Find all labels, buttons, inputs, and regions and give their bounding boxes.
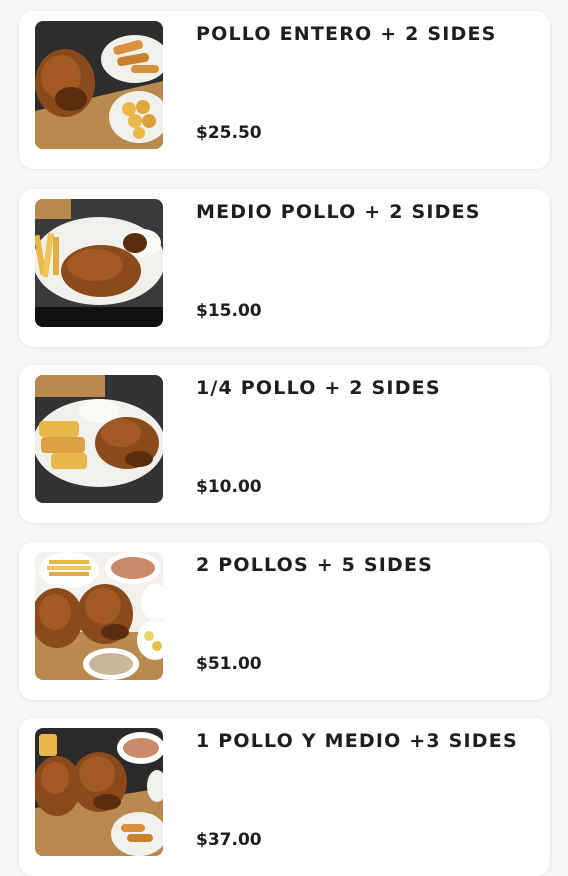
quarter-chicken-photo-icon <box>35 375 163 503</box>
menu-item-image[interactable] <box>35 21 163 149</box>
menu-item-image[interactable] <box>35 552 163 680</box>
menu-item-title: 1 POLLO Y MEDIO +3 SIDES <box>196 730 518 752</box>
two-chickens-photo-icon <box>35 552 163 680</box>
menu-item-title: POLLO ENTERO + 2 SIDES <box>196 23 497 45</box>
menu-item-price: $37.00 <box>196 830 262 850</box>
menu-item-price: $15.00 <box>196 301 262 321</box>
menu-item-card[interactable]: 1 POLLO Y MEDIO +3 SIDES $37.00 <box>19 718 550 876</box>
menu-list: POLLO ENTERO + 2 SIDES $25.50 MEDIO POLL… <box>0 0 568 876</box>
menu-item-image[interactable] <box>35 728 163 856</box>
menu-item-card[interactable]: MEDIO POLLO + 2 SIDES $15.00 <box>19 189 550 347</box>
whole-chicken-photo-icon <box>35 21 163 149</box>
menu-item-price: $51.00 <box>196 654 262 674</box>
menu-item-card[interactable]: POLLO ENTERO + 2 SIDES $25.50 <box>19 11 550 169</box>
menu-item-price: $10.00 <box>196 477 262 497</box>
menu-item-title: MEDIO POLLO + 2 SIDES <box>196 201 481 223</box>
chicken-and-half-photo-icon <box>35 728 163 856</box>
menu-item-title: 2 POLLOS + 5 SIDES <box>196 554 434 576</box>
menu-item-card[interactable]: 2 POLLOS + 5 SIDES $51.00 <box>19 542 550 700</box>
menu-item-card[interactable]: 1/4 POLLO + 2 SIDES $10.00 <box>19 365 550 523</box>
menu-item-price: $25.50 <box>196 123 262 143</box>
half-chicken-photo-icon <box>35 199 163 327</box>
menu-item-image[interactable] <box>35 199 163 327</box>
menu-item-title: 1/4 POLLO + 2 SIDES <box>196 377 441 399</box>
menu-item-image[interactable] <box>35 375 163 503</box>
